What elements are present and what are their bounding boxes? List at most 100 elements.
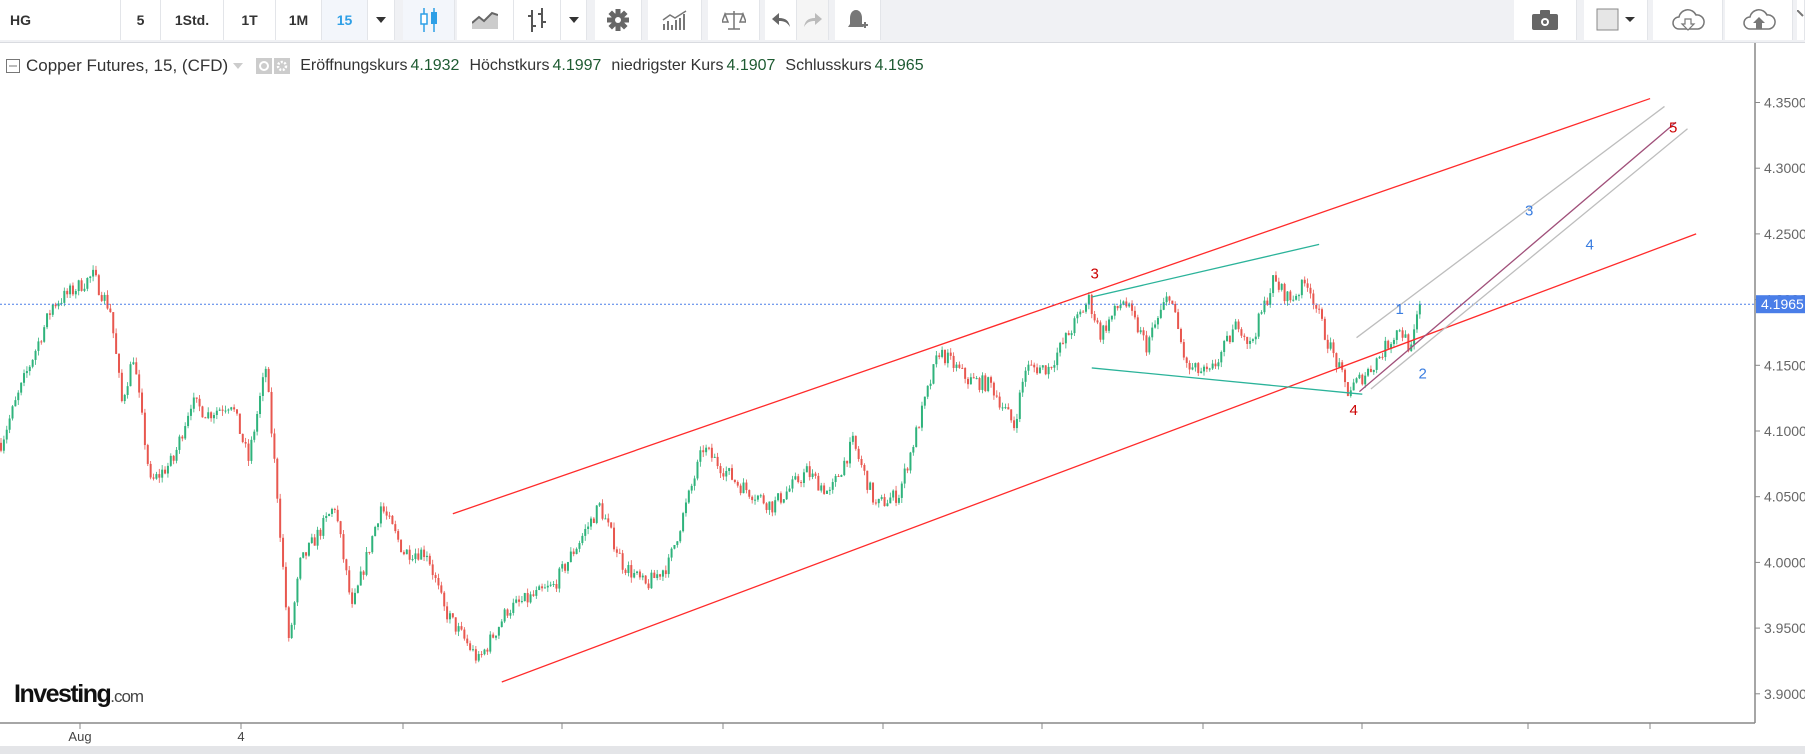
chart-title: Copper Futures, 15, (CFD) (26, 56, 229, 75)
candle-body (400, 539, 403, 553)
undo-button[interactable] (765, 0, 797, 40)
candle-body (653, 572, 656, 579)
candle-body (811, 473, 814, 477)
candle-body (374, 526, 377, 537)
candle-body (0, 442, 2, 451)
chevron-down-icon[interactable] (232, 62, 244, 70)
candle-body (233, 407, 236, 410)
line-chart-icon (472, 11, 498, 29)
close-value: 4.1965 (874, 57, 924, 74)
candle-body (739, 485, 742, 494)
interval-label: 1Std. (174, 12, 210, 28)
candle-body (132, 362, 135, 365)
candle-body (345, 559, 348, 571)
gear-icon[interactable] (274, 58, 291, 74)
collapse-icon[interactable] (6, 59, 20, 73)
candle-body (926, 385, 929, 397)
candle-body (1361, 374, 1364, 385)
candle-body (1154, 324, 1157, 328)
candle-body (1185, 357, 1188, 363)
candle-body (788, 488, 791, 492)
candle-body (1318, 308, 1321, 310)
price-chart[interactable]: 4.35004.30004.25004.20004.15004.10004.05… (0, 0, 1805, 754)
candle-body (307, 542, 310, 556)
candle-body (1418, 304, 1421, 315)
candle-body (351, 592, 354, 604)
candle-body (920, 405, 923, 428)
bars-dropdown[interactable] (561, 0, 587, 40)
candle-body (115, 333, 118, 354)
candle-body (1064, 333, 1067, 344)
candle-body (296, 578, 299, 603)
screenshot-button[interactable] (1514, 0, 1577, 40)
indicators-button[interactable] (648, 0, 702, 40)
candle-body (851, 435, 854, 442)
candle-body (558, 568, 561, 589)
interval-15-button[interactable]: 15 (322, 0, 368, 40)
candle-body (742, 482, 745, 494)
candle-body (1220, 351, 1223, 363)
visibility-icon[interactable] (256, 58, 273, 74)
interval-1d-button[interactable]: 1T (224, 0, 276, 40)
color-button[interactable] (1584, 0, 1648, 40)
candle-body (543, 587, 546, 589)
candle-body (1387, 340, 1390, 349)
interval-1m-button[interactable]: 1M (276, 0, 322, 40)
candle-body (800, 482, 803, 484)
bottom-scrollbar[interactable] (0, 746, 1805, 754)
candle-body (187, 415, 190, 427)
candle-body (1148, 337, 1151, 353)
symbol-field[interactable]: HG (0, 0, 121, 40)
chevron-down-icon (568, 17, 579, 23)
candle-body (679, 531, 682, 542)
candles-button[interactable] (403, 0, 455, 40)
alert-button[interactable] (835, 0, 881, 40)
redo-button[interactable] (797, 0, 829, 40)
candle-body (825, 490, 828, 494)
settings-button[interactable] (595, 0, 642, 40)
fullscreen-button[interactable] (1797, 0, 1805, 40)
candle-body (1021, 381, 1024, 393)
candle-body (638, 571, 641, 578)
candle-body (808, 466, 811, 477)
candle-body (1174, 304, 1177, 313)
candle-body (238, 413, 241, 434)
candle-body (218, 409, 221, 411)
candle-body (437, 577, 440, 586)
candle-body (1312, 293, 1315, 305)
candle-body (486, 649, 489, 652)
interval-1h-button[interactable]: 1Std. (161, 0, 224, 40)
candle-body (192, 397, 195, 409)
candle-body (1237, 321, 1240, 330)
candle-body (69, 285, 72, 295)
candle-body (1335, 353, 1338, 368)
candle-body (661, 570, 664, 577)
candle-body (633, 573, 636, 578)
candle-body (1413, 329, 1416, 345)
load-chart-button[interactable] (1653, 0, 1723, 40)
candle-body (733, 479, 736, 482)
candle-body (601, 503, 604, 519)
candle-body (1384, 340, 1387, 358)
compare-button[interactable] (708, 0, 760, 40)
bars-button[interactable] (514, 0, 561, 40)
candle-body (1015, 418, 1018, 429)
low-value: 4.1907 (726, 57, 776, 74)
candle-body (1300, 279, 1303, 296)
candle-body (379, 506, 382, 524)
candle-body (1326, 339, 1329, 349)
candle-body (719, 466, 722, 474)
candle-body (1030, 364, 1033, 366)
candle-body (1105, 325, 1108, 331)
interval-5-button[interactable]: 5 (121, 0, 161, 40)
line-chart-button[interactable] (457, 0, 514, 40)
save-chart-button[interactable] (1725, 0, 1793, 40)
candle-body (172, 455, 175, 461)
candle-body (526, 593, 529, 603)
candle-body (955, 364, 958, 368)
interval-dropdown[interactable] (368, 0, 395, 40)
candle-body (777, 493, 780, 501)
candle-body (215, 410, 218, 416)
candle-body (138, 374, 141, 393)
investing-logo: Investing.com (14, 680, 144, 709)
